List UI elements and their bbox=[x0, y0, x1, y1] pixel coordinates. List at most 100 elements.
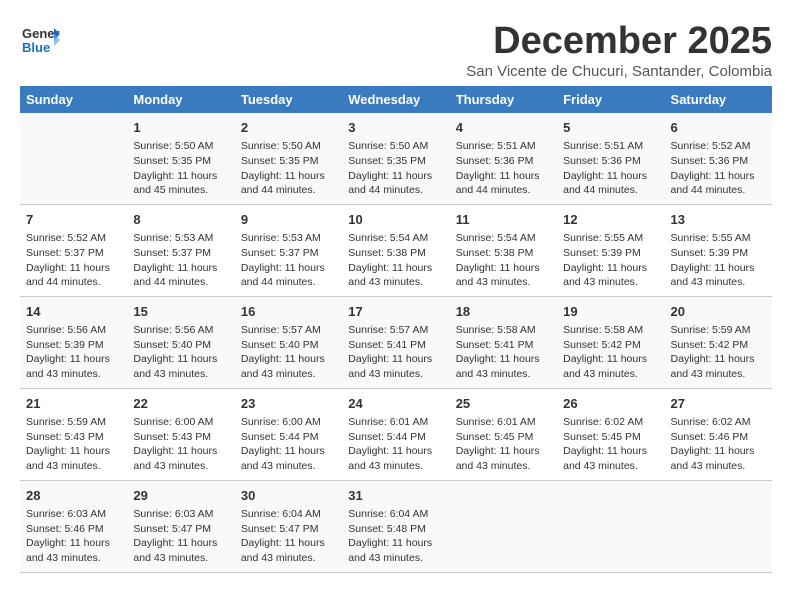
day-info: Sunrise: 6:03 AM Sunset: 5:47 PM Dayligh… bbox=[133, 507, 228, 566]
calendar-cell: 31Sunrise: 6:04 AM Sunset: 5:48 PM Dayli… bbox=[342, 480, 449, 572]
calendar-cell: 27Sunrise: 6:02 AM Sunset: 5:46 PM Dayli… bbox=[665, 388, 772, 480]
day-number: 17 bbox=[348, 303, 443, 321]
day-number: 12 bbox=[563, 211, 658, 229]
day-info: Sunrise: 5:52 AM Sunset: 5:37 PM Dayligh… bbox=[26, 231, 121, 290]
calendar-cell: 29 Sunrise: 6:03 AM Sunset: 5:47 PM Dayli… bbox=[127, 480, 234, 572]
calendar-cell: 20 Sunrise: 5:59 AM Sunset: 5:42 PM Dayli… bbox=[665, 296, 772, 388]
calendar-cell: 13 Sunrise: 5:55 AM Sunset: 5:39 PM Dayli… bbox=[665, 204, 772, 296]
calendar-cell bbox=[665, 480, 772, 572]
day-info: Sunrise: 6:03 AM Sunset: 5:46 PM Dayligh… bbox=[26, 507, 121, 566]
calendar-cell: 4 Sunrise: 5:51 AM Sunset: 5:36 PM Daylig… bbox=[450, 113, 557, 204]
calendar-cell: 23 Sunrise: 6:00 AM Sunset: 5:44 PM Dayli… bbox=[235, 388, 342, 480]
day-number: 30 bbox=[241, 487, 336, 505]
day-info: Sunrise: 5:53 AM Sunset: 5:37 PM Dayligh… bbox=[241, 231, 336, 290]
calendar-cell: 22 Sunrise: 6:00 AM Sunset: 5:43 PM Dayli… bbox=[127, 388, 234, 480]
day-number: 2 bbox=[241, 119, 336, 137]
header-friday: Friday bbox=[557, 86, 664, 113]
day-info: Sunrise: 5:56 AM Sunset: 5:40 PM Dayligh… bbox=[133, 323, 228, 382]
title-section: December 2025 San Vicente de Chucuri, Sa… bbox=[466, 20, 772, 80]
day-number: 16 bbox=[241, 303, 336, 321]
day-number: 22 bbox=[133, 395, 228, 413]
day-number: 10 bbox=[348, 211, 443, 229]
day-number: 7 bbox=[26, 211, 121, 229]
week-row-2: 7 Sunrise: 5:52 AM Sunset: 5:37 PM Daylig… bbox=[20, 204, 772, 296]
header-thursday: Thursday bbox=[450, 86, 557, 113]
day-number: 18 bbox=[456, 303, 551, 321]
day-number: 25 bbox=[456, 395, 551, 413]
day-number: 8 bbox=[133, 211, 228, 229]
calendar-cell: 14 Sunrise: 5:56 AM Sunset: 5:39 PM Dayli… bbox=[20, 296, 127, 388]
calendar-cell: 17 Sunrise: 5:57 AM Sunset: 5:41 PM Dayli… bbox=[342, 296, 449, 388]
calendar-cell: 18 Sunrise: 5:58 AM Sunset: 5:41 PM Dayli… bbox=[450, 296, 557, 388]
day-info: Sunrise: 6:00 AM Sunset: 5:44 PM Dayligh… bbox=[241, 415, 336, 474]
day-info: Sunrise: 5:51 AM Sunset: 5:36 PM Dayligh… bbox=[456, 139, 551, 198]
calendar-cell bbox=[20, 113, 127, 204]
calendar-cell: 8 Sunrise: 5:53 AM Sunset: 5:37 PM Daylig… bbox=[127, 204, 234, 296]
day-info: Sunrise: 6:01 AM Sunset: 5:44 PM Dayligh… bbox=[348, 415, 443, 474]
day-info: Sunrise: 5:59 AM Sunset: 5:42 PM Dayligh… bbox=[671, 323, 766, 382]
day-info: Sunrise: 5:56 AM Sunset: 5:39 PM Dayligh… bbox=[26, 323, 121, 382]
day-number: 19 bbox=[563, 303, 658, 321]
day-info: Sunrise: 5:59 AM Sunset: 5:43 PM Dayligh… bbox=[26, 415, 121, 474]
day-number: 13 bbox=[671, 211, 766, 229]
day-number: 26 bbox=[563, 395, 658, 413]
day-number: 6 bbox=[671, 119, 766, 137]
day-number: 23 bbox=[241, 395, 336, 413]
calendar-cell: 6 Sunrise: 5:52 AM Sunset: 5:36 PM Daylig… bbox=[665, 113, 772, 204]
week-row-5: 28 Sunrise: 6:03 AM Sunset: 5:46 PM Dayli… bbox=[20, 480, 772, 572]
day-number: 28 bbox=[26, 487, 121, 505]
calendar-cell: 1 Sunrise: 5:50 AM Sunset: 5:35 PM Daylig… bbox=[127, 113, 234, 204]
header-wednesday: Wednesday bbox=[342, 86, 449, 113]
day-number: 20 bbox=[671, 303, 766, 321]
day-info: Sunrise: 5:52 AM Sunset: 5:36 PM Dayligh… bbox=[671, 139, 766, 198]
svg-text:Blue: Blue bbox=[22, 40, 50, 55]
day-info: Sunrise: 5:54 AM Sunset: 5:38 PM Dayligh… bbox=[348, 231, 443, 290]
week-row-4: 21 Sunrise: 5:59 AM Sunset: 5:43 PM Dayli… bbox=[20, 388, 772, 480]
header-monday: Monday bbox=[127, 86, 234, 113]
day-info: Sunrise: 5:50 AM Sunset: 5:35 PM Dayligh… bbox=[348, 139, 443, 198]
week-row-3: 14 Sunrise: 5:56 AM Sunset: 5:39 PM Dayli… bbox=[20, 296, 772, 388]
day-number: 11 bbox=[456, 211, 551, 229]
day-info: Sunrise: 6:00 AM Sunset: 5:43 PM Dayligh… bbox=[133, 415, 228, 474]
calendar-header-row: SundayMondayTuesdayWednesdayThursdayFrid… bbox=[20, 86, 772, 113]
day-number: 31 bbox=[348, 487, 443, 505]
header-saturday: Saturday bbox=[665, 86, 772, 113]
day-number: 1 bbox=[133, 119, 228, 137]
calendar-table: SundayMondayTuesdayWednesdayThursdayFrid… bbox=[20, 86, 772, 573]
header-tuesday: Tuesday bbox=[235, 86, 342, 113]
calendar-cell bbox=[557, 480, 664, 572]
day-info: Sunrise: 5:50 AM Sunset: 5:35 PM Dayligh… bbox=[133, 139, 228, 198]
day-info: Sunrise: 5:55 AM Sunset: 5:39 PM Dayligh… bbox=[671, 231, 766, 290]
day-number: 21 bbox=[26, 395, 121, 413]
day-info: Sunrise: 6:01 AM Sunset: 5:45 PM Dayligh… bbox=[456, 415, 551, 474]
day-info: Sunrise: 5:55 AM Sunset: 5:39 PM Dayligh… bbox=[563, 231, 658, 290]
day-info: Sunrise: 6:04 AM Sunset: 5:47 PM Dayligh… bbox=[241, 507, 336, 566]
calendar-cell: 3Sunrise: 5:50 AM Sunset: 5:35 PM Daylig… bbox=[342, 113, 449, 204]
calendar-cell: 28 Sunrise: 6:03 AM Sunset: 5:46 PM Dayli… bbox=[20, 480, 127, 572]
day-number: 29 bbox=[133, 487, 228, 505]
calendar-cell: 24 Sunrise: 6:01 AM Sunset: 5:44 PM Dayli… bbox=[342, 388, 449, 480]
day-number: 5 bbox=[563, 119, 658, 137]
subtitle: San Vicente de Chucuri, Santander, Colom… bbox=[466, 63, 772, 80]
logo: General Blue bbox=[20, 20, 60, 60]
main-title: December 2025 bbox=[466, 20, 772, 63]
day-info: Sunrise: 5:51 AM Sunset: 5:36 PM Dayligh… bbox=[563, 139, 658, 198]
calendar-cell: 2Sunrise: 5:50 AM Sunset: 5:35 PM Daylig… bbox=[235, 113, 342, 204]
day-number: 15 bbox=[133, 303, 228, 321]
day-number: 4 bbox=[456, 119, 551, 137]
calendar-cell: 10 Sunrise: 5:54 AM Sunset: 5:38 PM Dayli… bbox=[342, 204, 449, 296]
day-number: 24 bbox=[348, 395, 443, 413]
day-info: Sunrise: 5:53 AM Sunset: 5:37 PM Dayligh… bbox=[133, 231, 228, 290]
day-info: Sunrise: 5:57 AM Sunset: 5:41 PM Dayligh… bbox=[348, 323, 443, 382]
calendar-cell: 5 Sunrise: 5:51 AM Sunset: 5:36 PM Daylig… bbox=[557, 113, 664, 204]
week-row-1: 1 Sunrise: 5:50 AM Sunset: 5:35 PM Daylig… bbox=[20, 113, 772, 204]
day-info: Sunrise: 5:57 AM Sunset: 5:40 PM Dayligh… bbox=[241, 323, 336, 382]
day-info: Sunrise: 5:58 AM Sunset: 5:41 PM Dayligh… bbox=[456, 323, 551, 382]
calendar-cell: 15 Sunrise: 5:56 AM Sunset: 5:40 PM Dayli… bbox=[127, 296, 234, 388]
logo-icon: General Blue bbox=[20, 20, 60, 60]
day-number: 14 bbox=[26, 303, 121, 321]
day-info: Sunrise: 5:54 AM Sunset: 5:38 PM Dayligh… bbox=[456, 231, 551, 290]
calendar-cell: 7 Sunrise: 5:52 AM Sunset: 5:37 PM Daylig… bbox=[20, 204, 127, 296]
calendar-cell: 19Sunrise: 5:58 AM Sunset: 5:42 PM Dayli… bbox=[557, 296, 664, 388]
calendar-cell bbox=[450, 480, 557, 572]
